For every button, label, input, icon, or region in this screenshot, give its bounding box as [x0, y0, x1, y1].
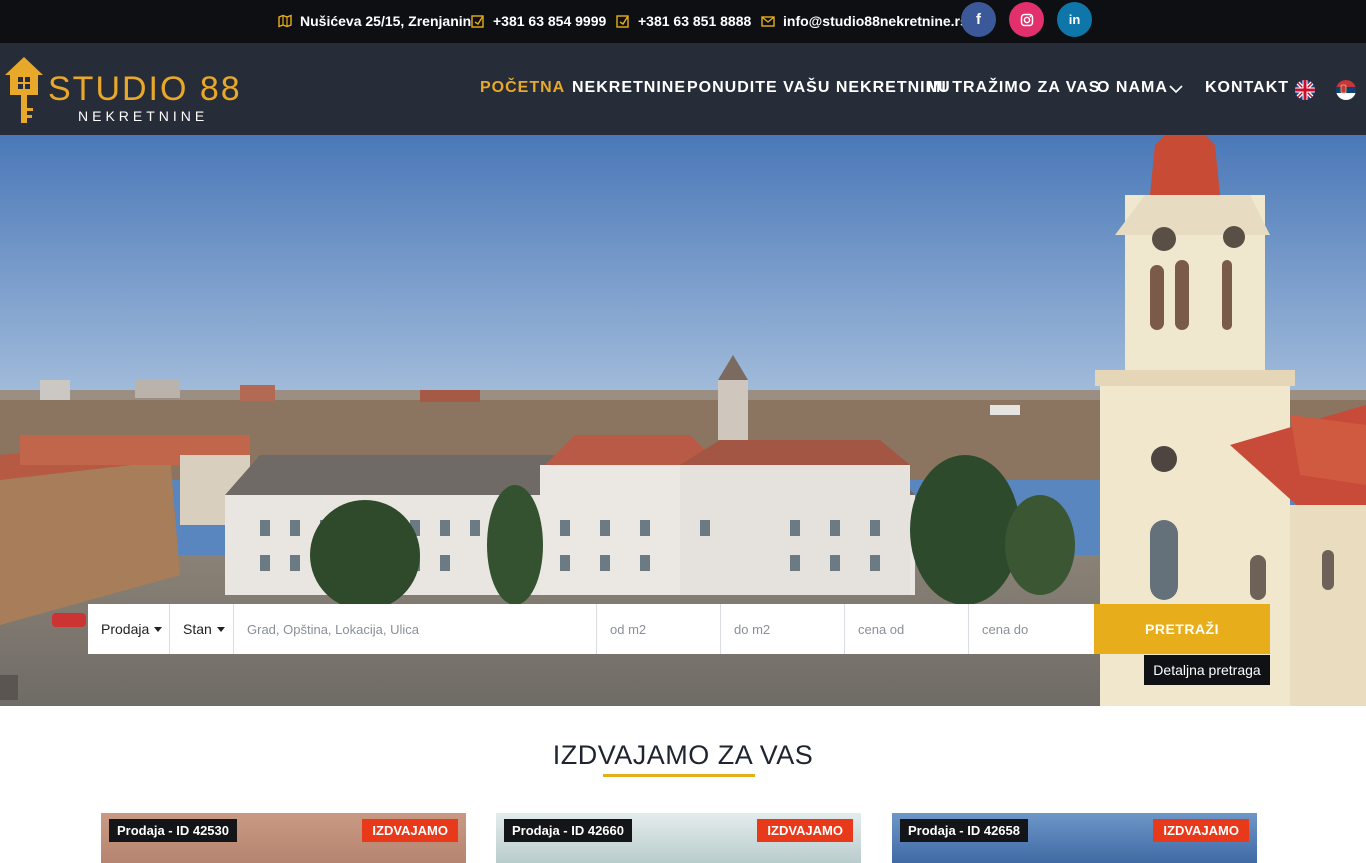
property-card[interactable]: Prodaja - ID 42658 IZDVAJAMO — [892, 813, 1257, 863]
uk-flag-icon[interactable] — [1295, 80, 1315, 100]
nav-mi-trazimo[interactable]: MI TRAŽIMO ZA VAS — [927, 79, 1100, 97]
address-item: Nušićeva 25/15, Zrenjanin — [278, 12, 471, 30]
area-to-input[interactable]: do m2 — [721, 604, 845, 654]
search-button[interactable]: PRETRAŽI — [1094, 604, 1270, 654]
property-type-select[interactable]: Stan — [170, 604, 234, 654]
phone2-item[interactable]: +381 63 851 8888 — [616, 12, 751, 30]
deal-type-select[interactable]: Prodaja — [88, 604, 170, 654]
main-header: STUDIO 88 NEKRETNINE POČETNA NEKRETNINE … — [0, 43, 1366, 135]
property-card[interactable]: Prodaja - ID 42660 IZDVAJAMO — [496, 813, 861, 863]
logo-title: STUDIO 88 — [48, 70, 242, 108]
map-icon — [278, 14, 292, 28]
phone1-text[interactable]: +381 63 854 9999 — [493, 13, 606, 29]
caret-down-icon — [216, 626, 225, 632]
email-item[interactable]: info@studio88nekretnine.rs — [761, 12, 968, 30]
instagram-icon[interactable] — [1009, 2, 1044, 37]
advanced-search-button[interactable]: Detaljna pretraga — [1144, 655, 1270, 685]
phone-icon — [471, 14, 485, 28]
site-logo[interactable]: STUDIO 88 NEKRETNINE — [2, 53, 242, 127]
nav-o-nama[interactable]: O NAMA — [1097, 79, 1168, 97]
nav-kontakt[interactable]: KONTAKT — [1205, 79, 1289, 97]
email-text[interactable]: info@studio88nekretnine.rs — [783, 13, 968, 29]
envelope-icon — [761, 14, 775, 28]
address-text: Nušićeva 25/15, Zrenjanin — [300, 13, 472, 29]
top-contact-bar: Nušićeva 25/15, Zrenjanin +381 63 854 99… — [0, 0, 1366, 43]
location-input[interactable]: Grad, Opština, Lokacija, Ulica — [234, 604, 597, 654]
price-to-input[interactable]: cena do — [969, 604, 1094, 654]
property-search-bar: Prodaja Stan Grad, Opština, Lokacija, Ul… — [88, 604, 1270, 654]
area-from-input[interactable]: od m2 — [597, 604, 721, 654]
phone1-item[interactable]: +381 63 854 9999 — [471, 12, 606, 30]
deal-type-value: Prodaja — [101, 621, 150, 637]
featured-badge: IZDVAJAMO — [1153, 819, 1249, 842]
card-tag: Prodaja - ID 42660 — [504, 819, 632, 842]
price-from-input[interactable]: cena od — [845, 604, 969, 654]
section-title-underline — [603, 774, 755, 777]
nav-ponudite[interactable]: PONUDITE VAŠU NEKRETNINU — [687, 79, 951, 97]
serbia-flag-icon[interactable] — [1336, 80, 1356, 100]
featured-badge: IZDVAJAMO — [362, 819, 458, 842]
nav-nekretnine[interactable]: NEKRETNINE — [572, 79, 686, 97]
caret-down-icon — [154, 626, 163, 632]
facebook-icon[interactable]: f — [961, 2, 996, 37]
property-card[interactable]: Prodaja - ID 42530 IZDVAJAMO — [101, 813, 466, 863]
card-tag: Prodaja - ID 42530 — [109, 819, 237, 842]
section-title: IZDVAJAMO ZA VAS — [552, 740, 814, 770]
phone-icon — [616, 14, 630, 28]
card-tag: Prodaja - ID 42658 — [900, 819, 1028, 842]
nav-pocetna[interactable]: POČETNA — [480, 79, 565, 97]
property-type-value: Stan — [183, 621, 212, 637]
logo-subtitle: NEKRETNINE — [78, 108, 209, 124]
phone2-text[interactable]: +381 63 851 8888 — [638, 13, 751, 29]
linkedin-icon[interactable]: in — [1057, 2, 1092, 37]
chevron-down-icon[interactable] — [1169, 85, 1183, 93]
house-key-icon — [5, 57, 43, 123]
featured-badge: IZDVAJAMO — [757, 819, 853, 842]
